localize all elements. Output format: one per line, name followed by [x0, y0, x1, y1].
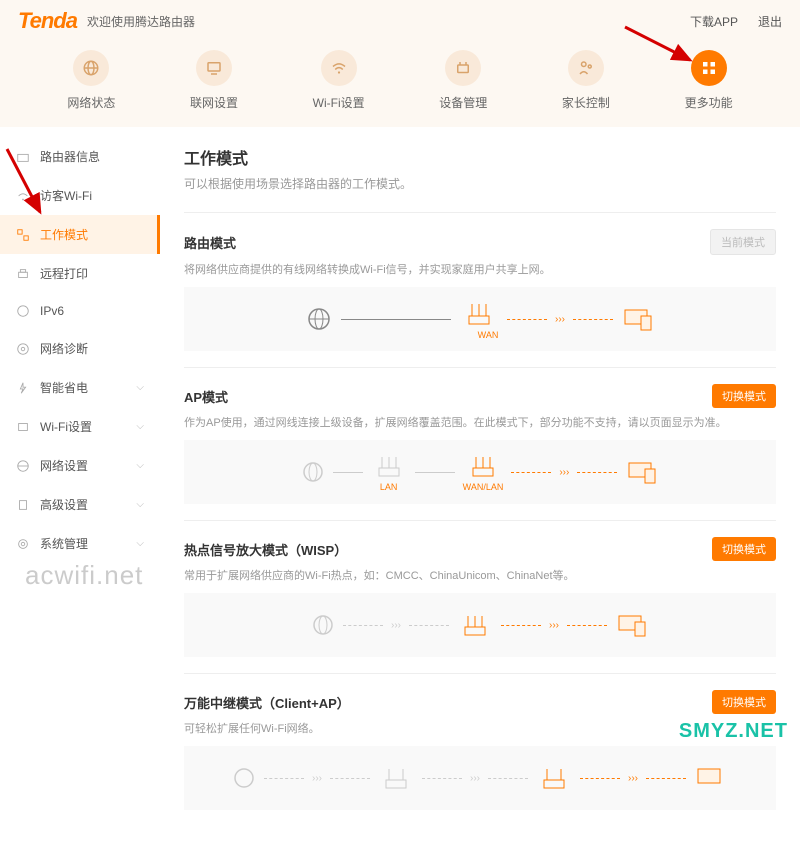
pc-node-icon: [621, 306, 655, 332]
current-mode-button: 当前模式: [710, 229, 776, 255]
globe-node-icon: [305, 305, 333, 333]
nav-label: 家长控制: [562, 94, 610, 111]
chevron-down-icon: ⌵: [136, 499, 144, 510]
globe-node-icon: [301, 460, 325, 484]
sidebar-item-advanced[interactable]: 高级设置⌵: [0, 485, 160, 524]
router-node-icon: [536, 764, 572, 792]
logo: Tenda: [18, 8, 77, 34]
parent-icon: [568, 50, 604, 86]
download-app-link[interactable]: 下载APP: [690, 13, 738, 30]
nav-label: 设备管理: [439, 94, 487, 111]
work-mode-icon: [16, 228, 30, 242]
brand-area: Tenda 欢迎使用腾达路由器: [18, 8, 195, 34]
power-icon: [16, 381, 30, 395]
pc-node-icon: [615, 612, 649, 638]
header: Tenda 欢迎使用腾达路由器 下载APP 退出: [0, 0, 800, 42]
diagnostics-icon: [16, 342, 30, 356]
sidebar-item-power-save[interactable]: 智能省电⌵: [0, 368, 160, 407]
nav-label: Wi-Fi设置: [313, 94, 365, 111]
mode-desc: 作为AP使用，通过网线连接上级设备，扩展网络覆盖范围。在此模式下，部分功能不支持…: [184, 414, 776, 430]
wifi-signal-icon: ›››: [549, 620, 559, 631]
nav-label: 联网设置: [190, 94, 238, 111]
nav-wifi-settings[interactable]: Wi-Fi设置: [313, 50, 365, 111]
header-actions: 下载APP 退出: [690, 13, 782, 30]
router-node-icon: [378, 764, 414, 792]
diagram-client-ap: ››› ››› ›››: [184, 746, 776, 810]
watermark-smyz: SMYZ.NET: [679, 720, 788, 743]
wifi-signal-icon: ›››: [312, 773, 322, 784]
globe-node-icon: [232, 766, 256, 790]
advanced-icon: [16, 498, 30, 512]
switch-mode-button[interactable]: 切换模式: [712, 537, 776, 561]
diagram-wisp: ››› ›››: [184, 593, 776, 657]
diagram-ap: LAN WAN/LAN ›››: [184, 440, 776, 504]
nav-device-management[interactable]: 设备管理: [439, 50, 487, 111]
watermark-acwifi: acwifi.net: [25, 560, 143, 591]
wifi-signal-icon: ›››: [559, 467, 569, 478]
chevron-down-icon: ⌵: [136, 382, 144, 393]
mode-wisp: 热点信号放大模式（WISP） 切换模式 常用于扩展网络供应商的Wi-Fi热点，如…: [184, 520, 776, 673]
sidebar-item-guest-wifi[interactable]: 访客Wi-Fi: [0, 176, 160, 215]
ipv6-icon: [16, 304, 30, 318]
mode-desc: 将网络供应商提供的有线网络转换成Wi-Fi信号，并实现家庭用户共享上网。: [184, 261, 776, 277]
wifi-signal-icon: ›››: [555, 314, 565, 325]
chevron-down-icon: ⌵: [136, 538, 144, 549]
monitor-icon: [196, 50, 232, 86]
switch-mode-button[interactable]: 切换模式: [712, 384, 776, 408]
mode-title: 万能中继模式（Client+AP）: [184, 693, 350, 712]
sidebar-item-diagnostics[interactable]: 网络诊断: [0, 329, 160, 368]
nav-network-status[interactable]: 网络状态: [67, 50, 115, 111]
mode-desc: 常用于扩展网络供应商的Wi-Fi热点，如：CMCC、ChinaUnicom、Ch…: [184, 567, 776, 583]
sidebar-item-network-settings[interactable]: 网络设置⌵: [0, 446, 160, 485]
nav-label: 网络状态: [67, 94, 115, 111]
globe-icon: [73, 50, 109, 86]
router-node-icon: [459, 298, 499, 328]
sidebar-item-remote-print[interactable]: 远程打印: [0, 254, 160, 293]
page-subtitle: 可以根据使用场景选择路由器的工作模式。: [184, 175, 776, 192]
devices-icon: [445, 50, 481, 86]
nav-parental-control[interactable]: 家长控制: [562, 50, 610, 111]
switch-mode-button[interactable]: 切换模式: [712, 690, 776, 714]
wifi-signal-icon: ›››: [628, 773, 638, 784]
sidebar-item-wifi-settings[interactable]: Wi-Fi设置⌵: [0, 407, 160, 446]
diagram-router: WAN ›››: [184, 287, 776, 351]
logout-link[interactable]: 退出: [758, 13, 782, 30]
nav-internet-settings[interactable]: 联网设置: [190, 50, 238, 111]
sidebar-item-router-info[interactable]: 路由器信息: [0, 137, 160, 176]
nav-label: 更多功能: [685, 94, 733, 111]
page-title: 工作模式: [184, 145, 776, 169]
mode-ap: AP模式 切换模式 作为AP使用，通过网线连接上级设备，扩展网络覆盖范围。在此模…: [184, 367, 776, 520]
chevron-down-icon: ⌵: [136, 460, 144, 471]
router-node-icon: [371, 452, 407, 480]
chevron-down-icon: ⌵: [136, 421, 144, 432]
wifi-settings-icon: [16, 420, 30, 434]
wifi-icon: [321, 50, 357, 86]
top-nav: 网络状态 联网设置 Wi-Fi设置 设备管理 家长控制 更多功能: [0, 42, 800, 127]
router-node-icon: [465, 452, 501, 480]
nav-more-features[interactable]: 更多功能: [685, 50, 733, 111]
sidebar-item-system[interactable]: 系统管理⌵: [0, 524, 160, 563]
mode-client-ap: 万能中继模式（Client+AP） 切换模式 可轻松扩展任何Wi-Fi网络。 ›…: [184, 673, 776, 826]
wifi-signal-icon: ›››: [391, 620, 401, 631]
mode-title: 路由模式: [184, 233, 236, 252]
gear-icon: [16, 537, 30, 551]
sidebar-item-ipv6[interactable]: IPv6: [0, 293, 160, 329]
router-node-icon: [457, 611, 493, 639]
welcome-text: 欢迎使用腾达路由器: [87, 13, 195, 30]
guest-wifi-icon: [16, 189, 30, 203]
router-info-icon: [16, 150, 30, 164]
mode-title: 热点信号放大模式（WISP）: [184, 540, 347, 559]
globe-node-icon: [311, 613, 335, 637]
grid-icon: [691, 50, 727, 86]
wifi-signal-icon: ›››: [470, 773, 480, 784]
pc-node-icon: [694, 765, 728, 791]
sidebar: 路由器信息 访客Wi-Fi 工作模式 远程打印 IPv6 网络诊断 智能省电⌵ …: [0, 127, 160, 844]
pc-node-icon: [625, 459, 659, 485]
print-icon: [16, 267, 30, 281]
mode-title: AP模式: [184, 387, 228, 406]
network-icon: [16, 459, 30, 473]
sidebar-item-work-mode[interactable]: 工作模式: [0, 215, 160, 254]
mode-router: 路由模式 当前模式 将网络供应商提供的有线网络转换成Wi-Fi信号，并实现家庭用…: [184, 212, 776, 367]
